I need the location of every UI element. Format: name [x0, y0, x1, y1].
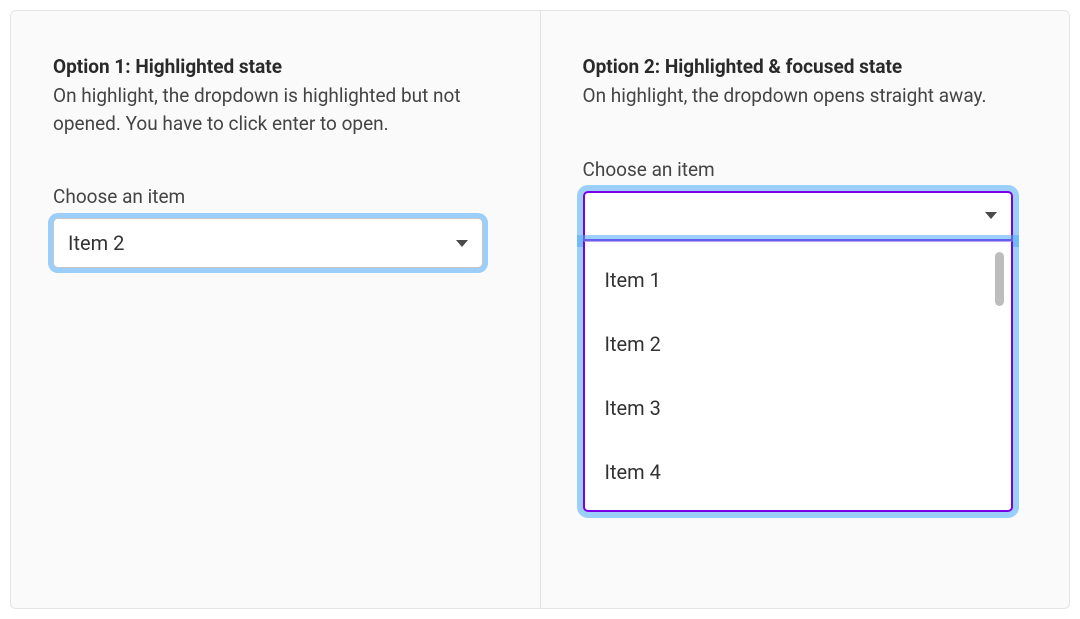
- option-1-select-label: Choose an item: [53, 185, 498, 208]
- panel-option-2: Option 2: Highlighted & focused state On…: [541, 11, 1070, 608]
- scrollbar-thumb[interactable]: [995, 252, 1004, 306]
- dropdown-item[interactable]: Item 4: [585, 440, 1007, 504]
- option-2-select-wrap: Item 1 Item 2 Item 3 Item 4: [583, 191, 1013, 241]
- chevron-down-icon: [985, 212, 997, 219]
- option-2-description: On highlight, the dropdown opens straigh…: [583, 82, 1003, 110]
- option-1-select-value: Item 2: [68, 231, 456, 255]
- dropdown-item[interactable]: Item 2: [585, 312, 1007, 376]
- chevron-down-icon: [456, 240, 468, 247]
- option-2-dropdown: Item 1 Item 2 Item 3 Item 4: [583, 241, 1013, 512]
- comparison-container: Option 1: Highlighted state On highlight…: [10, 10, 1070, 609]
- option-1-description: On highlight, the dropdown is highlighte…: [53, 82, 473, 137]
- option-1-select[interactable]: Item 2: [53, 218, 483, 268]
- dropdown-item[interactable]: Item 1: [585, 248, 1007, 312]
- dropdown-item[interactable]: Item 3: [585, 376, 1007, 440]
- panel-option-1: Option 1: Highlighted state On highlight…: [11, 11, 541, 608]
- option-2-title: Option 2: Highlighted & focused state: [583, 55, 1028, 78]
- option-2-select-label: Choose an item: [583, 158, 1028, 181]
- option-2-dropdown-list: Item 1 Item 2 Item 3 Item 4: [585, 248, 1007, 504]
- option-1-title: Option 1: Highlighted state: [53, 55, 498, 78]
- option-1-select-wrap: Item 2: [53, 218, 483, 268]
- option-2-select[interactable]: [583, 191, 1013, 241]
